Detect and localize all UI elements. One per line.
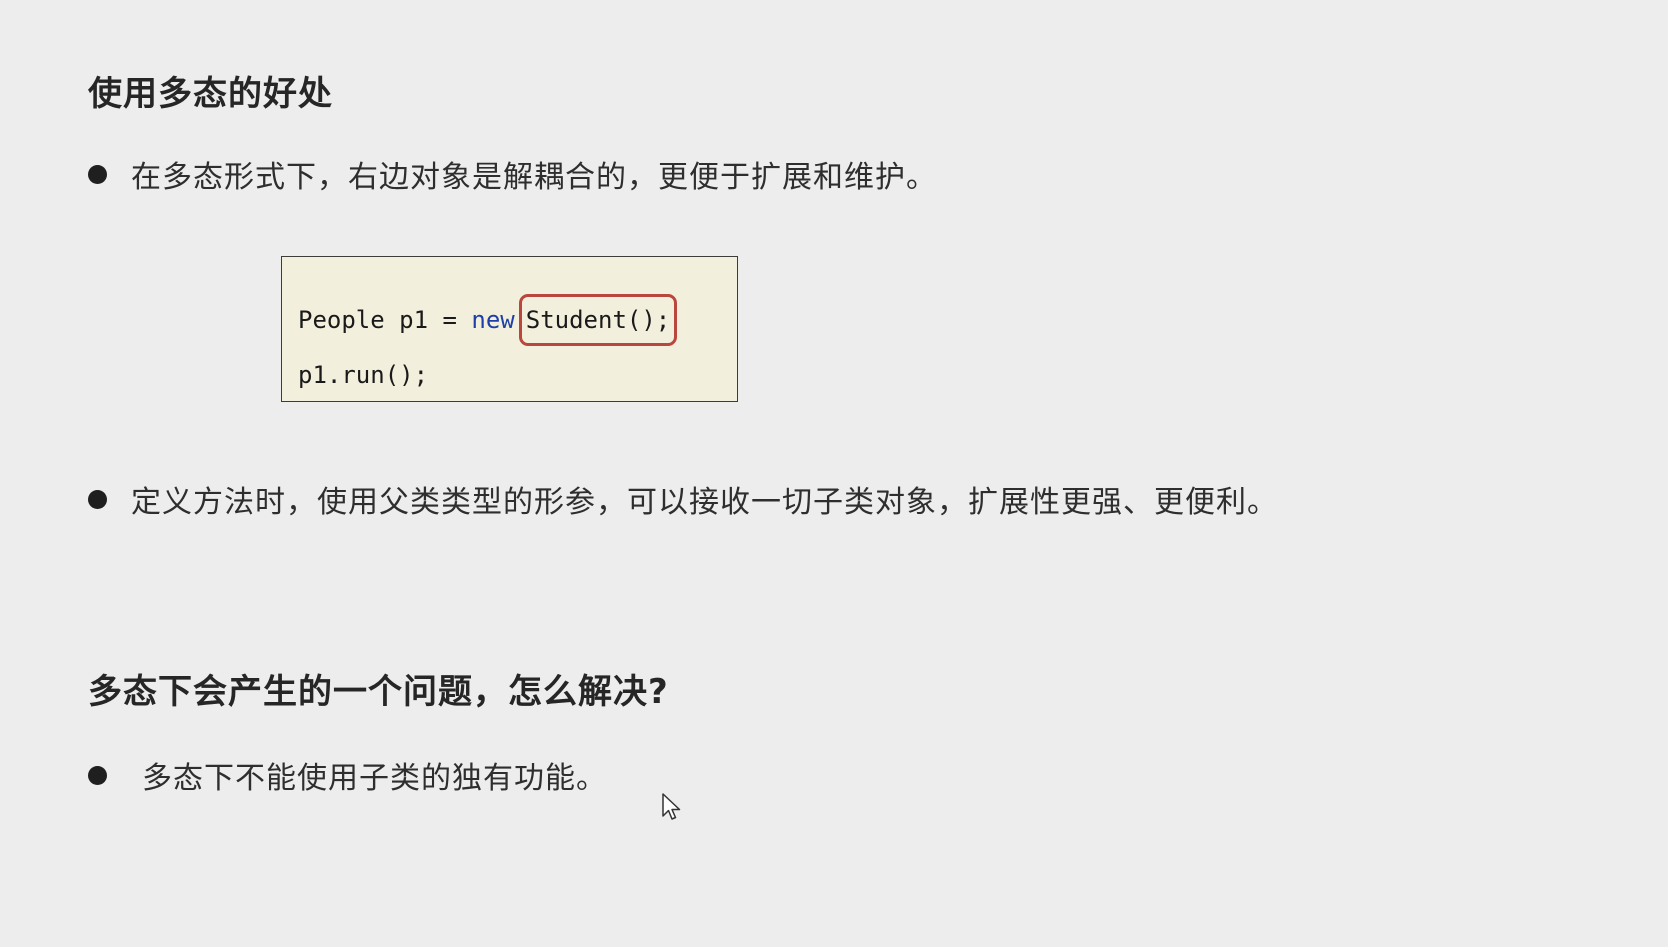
bullet-text: 多态下不能使用子类的独有功能。 xyxy=(142,761,607,796)
section-title-problem: 多态下会产生的一个问题，怎么解决? xyxy=(88,672,669,712)
bullet-text: 在多态形式下，右边对象是解耦合的，更便于扩展和维护。 xyxy=(131,160,937,195)
code-line-1: People p1 = new Student(); xyxy=(298,294,678,346)
bullet-text: 定义方法时，使用父类类型的形参，可以接收一切子类对象，扩展性更强、更便利。 xyxy=(131,485,1278,520)
list-item: 定义方法时，使用父类类型的形参，可以接收一切子类对象，扩展性更强、更便利。 xyxy=(88,477,1278,521)
mouse-pointer-icon xyxy=(662,793,681,820)
code-keyword-new: new xyxy=(471,306,515,334)
bullet-dot-icon xyxy=(88,489,107,509)
code-declaration: People p1 = xyxy=(298,306,472,334)
code-line-2: p1.run(); xyxy=(298,361,429,389)
bullet-dot-icon xyxy=(88,765,107,785)
bullet-dot-icon xyxy=(88,164,107,184)
list-item: 多态下不能使用子类的独有功能。 xyxy=(88,753,607,797)
list-item: 在多态形式下，右边对象是解耦合的，更便于扩展和维护。 xyxy=(88,152,937,196)
code-example-box: People p1 = new Student(); p1.run(); xyxy=(281,256,738,402)
code-highlight-student: Student(); xyxy=(518,294,678,346)
section-title-benefits: 使用多态的好处 xyxy=(88,74,333,114)
